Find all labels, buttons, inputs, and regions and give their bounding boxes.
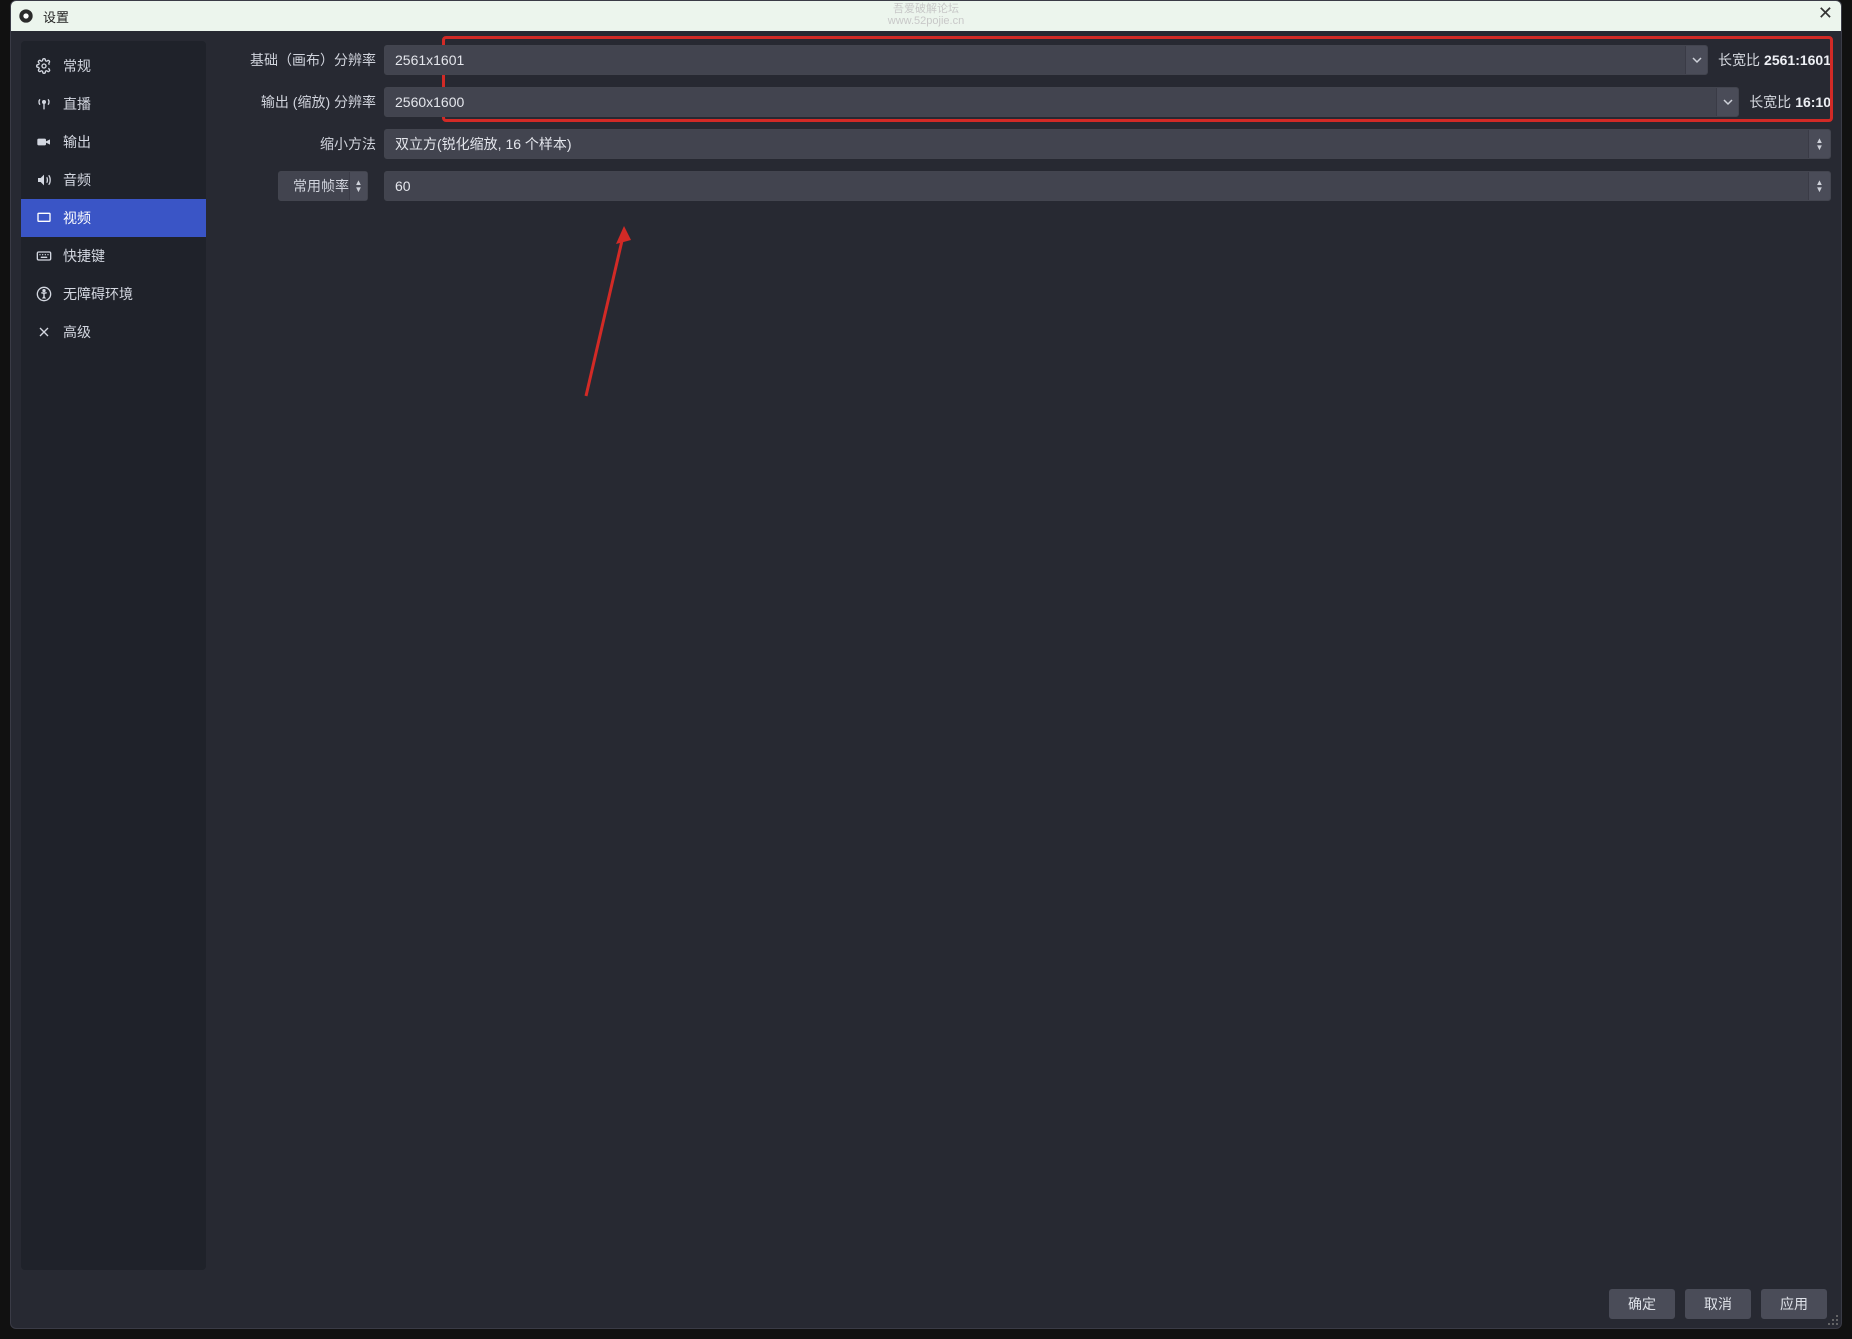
sidebar-item-video[interactable]: 视频 xyxy=(21,199,206,237)
sidebar-item-stream[interactable]: 直播 xyxy=(21,85,206,123)
keyboard-icon xyxy=(35,247,53,265)
sidebar-item-label: 直播 xyxy=(63,94,91,114)
label-downscale-filter: 缩小方法 xyxy=(224,134,384,154)
row-base-resolution: 基础（画布）分辨率 2561x1601 长宽比 2561:1601 xyxy=(224,39,1831,81)
sidebar-item-label: 视频 xyxy=(63,208,91,228)
ratio-label: 长宽比 xyxy=(1749,92,1791,112)
sidebar-item-accessibility[interactable]: 无障碍环境 xyxy=(21,275,206,313)
downscale-filter-select[interactable]: 双立方(锐化缩放, 16 个样本) ▲▼ xyxy=(384,129,1831,159)
sidebar-item-output[interactable]: 输出 xyxy=(21,123,206,161)
ratio-value: 2561:1601 xyxy=(1764,52,1831,68)
watermark-line2: www.52pojie.cn xyxy=(888,15,964,27)
sidebar: 常规 直播 输出 音频 xyxy=(21,41,206,1270)
annotation-arrow-icon xyxy=(576,226,636,406)
app-icon xyxy=(17,7,35,25)
sidebar-item-label: 输出 xyxy=(63,132,91,152)
sidebar-item-label: 无障碍环境 xyxy=(63,284,133,304)
label-base-resolution: 基础（画布）分辨率 xyxy=(224,50,384,70)
monitor-icon xyxy=(35,209,53,227)
label-output-resolution: 输出 (缩放) 分辨率 xyxy=(224,92,384,112)
resize-grip-icon[interactable] xyxy=(1827,1314,1839,1326)
tools-icon xyxy=(35,323,53,341)
cancel-button[interactable]: 取消 xyxy=(1685,1289,1751,1319)
sidebar-item-label: 常规 xyxy=(63,56,91,76)
antenna-icon xyxy=(35,95,53,113)
window-title: 设置 xyxy=(43,7,69,26)
chevron-down-icon[interactable] xyxy=(1716,88,1738,116)
row-fps: 常用帧率 ▲▼ 60 ▲▼ xyxy=(224,165,1831,207)
sidebar-item-hotkeys[interactable]: 快捷键 xyxy=(21,237,206,275)
fps-type-select[interactable]: 常用帧率 ▲▼ xyxy=(278,171,368,201)
base-resolution-combo[interactable]: 2561x1601 xyxy=(384,45,1708,75)
base-resolution-value: 2561x1601 xyxy=(385,52,1685,68)
ratio-label: 长宽比 xyxy=(1718,50,1760,70)
audio-icon xyxy=(35,171,53,189)
apply-button[interactable]: 应用 xyxy=(1761,1289,1827,1319)
updown-icon[interactable]: ▲▼ xyxy=(1808,130,1830,158)
updown-icon[interactable]: ▲▼ xyxy=(349,172,367,200)
updown-icon[interactable]: ▲▼ xyxy=(1808,172,1830,200)
downscale-filter-value: 双立方(锐化缩放, 16 个样本) xyxy=(385,134,1808,154)
base-aspect-ratio: 长宽比 2561:1601 xyxy=(1718,50,1831,70)
titlebar: 设置 吾爱破解论坛 www.52pojie.cn ✕ xyxy=(11,1,1841,31)
close-icon[interactable]: ✕ xyxy=(1818,4,1833,22)
settings-window: 设置 吾爱破解论坛 www.52pojie.cn ✕ 常规 直播 xyxy=(10,0,1842,1329)
window-body: 常规 直播 输出 音频 xyxy=(11,31,1841,1280)
chevron-down-icon[interactable] xyxy=(1685,46,1707,74)
camera-icon xyxy=(35,133,53,151)
ratio-value: 16:10 xyxy=(1795,94,1831,110)
fps-value: 60 xyxy=(385,178,1808,194)
sidebar-item-general[interactable]: 常规 xyxy=(21,47,206,85)
ok-button[interactable]: 确定 xyxy=(1609,1289,1675,1319)
output-resolution-value: 2560x1600 xyxy=(385,94,1716,110)
row-output-resolution: 输出 (缩放) 分辨率 2560x1600 长宽比 16:10 xyxy=(224,81,1831,123)
watermark: 吾爱破解论坛 www.52pojie.cn xyxy=(888,3,964,27)
sidebar-item-audio[interactable]: 音频 xyxy=(21,161,206,199)
sidebar-item-label: 高级 xyxy=(63,322,91,342)
fps-type-label: 常用帧率 xyxy=(289,176,349,196)
output-resolution-combo[interactable]: 2560x1600 xyxy=(384,87,1739,117)
accessibility-icon xyxy=(35,285,53,303)
sidebar-item-label: 音频 xyxy=(63,170,91,190)
dialog-footer: 确定 取消 应用 xyxy=(11,1280,1841,1328)
content-panel: 基础（画布）分辨率 2561x1601 长宽比 2561:1601 xyxy=(206,31,1841,1280)
watermark-line1: 吾爱破解论坛 xyxy=(888,3,964,15)
sidebar-item-advanced[interactable]: 高级 xyxy=(21,313,206,351)
fps-value-select[interactable]: 60 ▲▼ xyxy=(384,171,1831,201)
gear-icon xyxy=(35,57,53,75)
row-downscale-filter: 缩小方法 双立方(锐化缩放, 16 个样本) ▲▼ xyxy=(224,123,1831,165)
sidebar-item-label: 快捷键 xyxy=(63,246,105,266)
output-aspect-ratio: 长宽比 16:10 xyxy=(1749,92,1831,112)
